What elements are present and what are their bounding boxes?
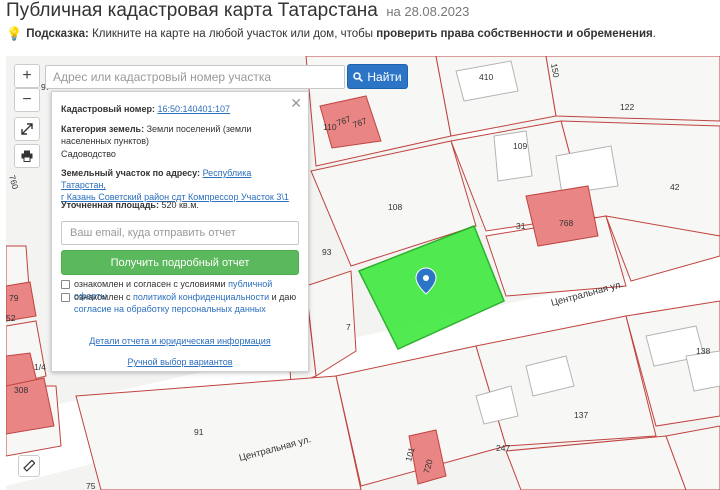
printer-icon xyxy=(21,150,33,162)
zoom-in-button[interactable]: + xyxy=(14,64,40,88)
category-value-1: Земли поселений (земли xyxy=(146,124,252,134)
label-768: 768 xyxy=(559,218,573,228)
label-760: 760 xyxy=(7,174,20,191)
label-42: 42 xyxy=(670,182,680,192)
cadastral-label: Кадастровый номер: xyxy=(61,104,155,114)
parcel-info-panel: ✕ Кадастровый номер: 16:50:140401:107 Ка… xyxy=(51,91,309,372)
consent-offer-checkbox[interactable] xyxy=(61,280,70,289)
consent-privacy-label: ознакомлен с xyxy=(74,292,131,302)
find-button[interactable]: Найти xyxy=(347,64,408,89)
page-date: на 28.08.2023 xyxy=(386,4,470,19)
hint-line: 💡 Подсказка: Кликните на карте на любой … xyxy=(6,26,656,42)
email-field[interactable] xyxy=(61,221,299,245)
consent-and: и даю xyxy=(271,292,297,302)
label-52: 52 xyxy=(6,313,16,323)
get-report-button[interactable]: Получить подробный отчет xyxy=(61,250,299,275)
consent-privacy-text: ознакомлен с политикой конфиденциальност… xyxy=(74,291,298,315)
search-icon xyxy=(353,71,364,82)
hint-label: Подсказка: xyxy=(26,28,89,40)
lightbulb-icon: 💡 xyxy=(6,26,23,41)
label-1-4: 1/4 xyxy=(34,362,46,372)
label-93: 93 xyxy=(322,247,332,257)
ruler-icon xyxy=(23,460,35,472)
address-row: Земельный участок по адресу: Республика … xyxy=(61,167,298,203)
address-label: Земельный участок по адресу: xyxy=(61,168,201,178)
label-75: 75 xyxy=(86,481,96,490)
page-title: Публичная кадастровая карта Татарстана н… xyxy=(6,0,469,24)
usage-row: Садоводство xyxy=(61,148,298,160)
privacy-policy-link[interactable]: политикой конфиденциальности xyxy=(133,292,269,302)
label-108: 108 xyxy=(388,202,402,212)
hint-bold: проверить права собственности и обремене… xyxy=(376,28,653,40)
label-7: 7 xyxy=(346,322,351,332)
details-link[interactable]: Детали отчета и юридическая информация xyxy=(52,336,308,346)
area-value: 520 кв.м. xyxy=(161,200,199,210)
label-31: 31 xyxy=(516,221,526,231)
zoom-out-button[interactable]: − xyxy=(14,88,40,112)
page-title-text: Публичная кадастровая карта Татарстана xyxy=(6,0,378,21)
expand-icon xyxy=(21,123,33,135)
personal-data-link[interactable]: согласие на обработку персональных данны… xyxy=(74,304,266,314)
fullscreen-button[interactable] xyxy=(14,117,40,141)
hint-text: Кликните на карте на любой участок или д… xyxy=(92,28,373,40)
label-109: 109 xyxy=(513,141,527,151)
manual-select-link[interactable]: Ручной выбор вариантов xyxy=(52,357,308,367)
label-137: 137 xyxy=(574,410,588,420)
consent-privacy-checkbox[interactable] xyxy=(61,293,70,302)
label-122: 122 xyxy=(620,102,634,112)
find-button-label: Найти xyxy=(367,69,402,84)
label-91: 91 xyxy=(194,427,204,437)
label-79: 79 xyxy=(9,293,19,303)
cadastral-row: Кадастровый номер: 16:50:140401:107 xyxy=(61,103,298,115)
label-110: 110 xyxy=(323,122,337,132)
consent-offer-label: ознакомлен и согласен с условиями xyxy=(74,279,226,289)
label-138: 138 xyxy=(696,346,710,356)
label-247: 247 xyxy=(496,443,510,453)
usage-value: Садоводство xyxy=(61,149,116,159)
cadastral-number-link[interactable]: 16:50:140401:107 xyxy=(157,104,230,114)
label-410: 410 xyxy=(479,72,493,82)
area-row: Уточненная площадь: 520 кв.м. xyxy=(61,199,298,211)
hint-end: . xyxy=(652,28,656,40)
category-label: Категория земель: xyxy=(61,124,145,134)
search-input[interactable] xyxy=(45,65,345,89)
category-value-2: населенных пунктов) xyxy=(61,136,150,146)
ruler-button[interactable] xyxy=(18,455,40,477)
label-308: 308 xyxy=(14,385,28,395)
area-label: Уточненная площадь: xyxy=(61,200,159,210)
print-button[interactable] xyxy=(14,144,40,168)
get-report-label: Получить подробный отчет xyxy=(110,256,250,269)
category-row: Категория земель: Земли поселений (земли… xyxy=(61,123,298,147)
